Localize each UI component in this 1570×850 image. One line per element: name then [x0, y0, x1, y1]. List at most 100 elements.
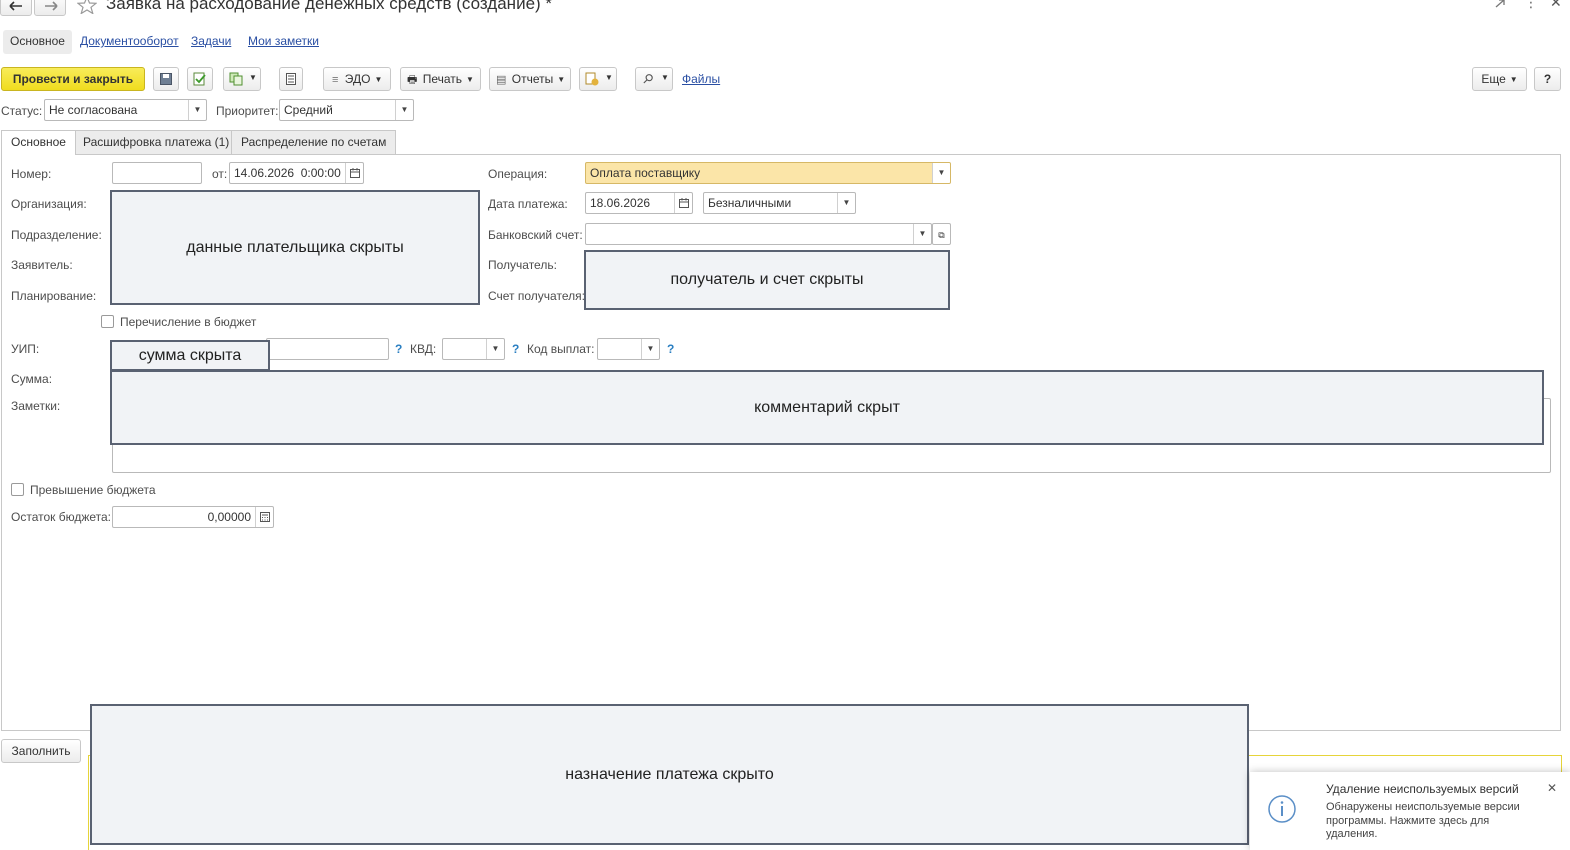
print-button[interactable]: 🖶 Печать ▼	[400, 67, 481, 91]
budget-overrun-checkbox[interactable]	[11, 483, 24, 496]
notification-title: Удаление неиспользуемых версий	[1326, 782, 1519, 796]
priority-select[interactable]: Средний ▼	[279, 99, 414, 121]
chevron-down-icon: ▼	[932, 163, 950, 183]
calendar-icon[interactable]	[674, 193, 692, 213]
forward-button[interactable]	[34, 0, 66, 16]
list-icon	[286, 73, 296, 85]
number-label: Номер:	[11, 167, 52, 181]
close-window-icon[interactable]: ✕	[1550, 0, 1562, 11]
chevron-down-icon: ▼	[466, 75, 474, 84]
date-value: 14.06.2026 0:00:00	[234, 166, 341, 180]
from-label: от:	[212, 167, 228, 181]
calculator-icon[interactable]	[255, 507, 273, 527]
print-label: Печать	[422, 72, 463, 86]
attachments-button[interactable]: ⚲ ▼	[635, 67, 673, 91]
status-select[interactable]: Не согласована ▼	[44, 99, 207, 121]
recipient-label: Получатель:	[488, 258, 557, 272]
create-based-on-button[interactable]: ▼	[223, 67, 261, 91]
journal-button[interactable]	[279, 67, 303, 91]
star-icon[interactable]	[77, 0, 97, 14]
operation-value: Оплата поставщику	[590, 166, 701, 180]
nav-tasks[interactable]: Задачи	[191, 34, 231, 48]
post-document-icon	[193, 72, 206, 86]
budget-transfer-checkbox[interactable]	[101, 315, 114, 328]
status-value: Не согласована	[49, 103, 138, 117]
operation-select[interactable]: Оплата поставщику ▼	[585, 162, 951, 184]
open-icon: ⧉	[938, 230, 945, 240]
chevron-down-icon: ▼	[249, 73, 257, 82]
sum-label: Сумма:	[11, 372, 53, 386]
kvd-label: КВД:	[410, 342, 437, 356]
calendar-icon[interactable]	[345, 163, 363, 183]
help-button[interactable]: ?	[1534, 67, 1561, 91]
nav-docflow[interactable]: Документооборот	[80, 34, 179, 48]
chevron-down-icon: ▼	[661, 73, 669, 82]
post-and-close-button[interactable]: Провести и закрыть	[1, 67, 145, 91]
notification-close-icon[interactable]: ✕	[1547, 781, 1557, 795]
payout-code-select[interactable]: ▼	[597, 338, 660, 360]
edo-icon: ≡	[332, 74, 339, 86]
more-vert-icon[interactable]: ⋮	[1524, 0, 1538, 11]
uip-label: УИП:	[11, 342, 40, 356]
link-icon[interactable]	[1493, 0, 1507, 10]
files-link[interactable]: Файлы	[682, 72, 720, 86]
post-button[interactable]	[187, 67, 213, 91]
priority-value: Средний	[284, 103, 333, 117]
budget-rest-field[interactable]: 0,00000	[112, 506, 274, 528]
pay-type-select[interactable]: Безналичными ▼	[703, 192, 856, 214]
tab-main[interactable]: Основное	[1, 130, 76, 155]
fill-button[interactable]: Заполнить	[1, 739, 81, 763]
reports-icon: ▤	[496, 74, 507, 86]
payment-purpose-cover: назначение платежа скрыто	[90, 704, 1249, 845]
edo-button[interactable]: ≡ ЭДО ▼	[323, 67, 391, 91]
window-title: Заявка на расходование денежных средств …	[106, 0, 553, 13]
sum-cover: сумма скрыта	[110, 340, 270, 371]
pay-date-label: Дата платежа:	[488, 197, 568, 211]
bank-account-select[interactable]: ▼	[585, 223, 932, 245]
reports-button[interactable]: ▤ Отчеты ▼	[489, 67, 571, 91]
kvd-select[interactable]: ▼	[442, 338, 505, 360]
more-button[interactable]: Еще ▼	[1472, 67, 1527, 91]
nav-main[interactable]: Основное	[3, 30, 72, 54]
chevron-down-icon: ▼	[837, 193, 855, 213]
tab-payment-details[interactable]: Расшифровка платежа (1)	[73, 130, 240, 154]
chevron-down-icon: ▼	[374, 75, 383, 84]
chevron-down-icon: ▼	[188, 100, 206, 120]
paperclip-icon: ⚲	[639, 69, 657, 88]
printer-icon: 🖶	[407, 74, 418, 86]
uip-field[interactable]	[266, 338, 389, 360]
kvd-help-icon[interactable]: ?	[512, 342, 519, 356]
recipient-cover: получатель и счет скрыты	[584, 250, 950, 310]
chevron-down-icon: ▼	[605, 73, 613, 82]
organization-label: Организация:	[11, 197, 87, 211]
recipient-account-label: Счет получателя:	[488, 289, 585, 303]
chevron-down-icon: ▼	[641, 339, 659, 359]
nav-notes[interactable]: Мои заметки	[248, 34, 319, 48]
budget-transfer-label: Перечисление в бюджет	[120, 315, 257, 329]
back-button[interactable]	[0, 0, 32, 16]
status-label: Статус:	[1, 104, 43, 118]
planning-label: Планирование:	[11, 289, 97, 303]
notification-popup[interactable]: Удаление неиспользуемых версий Обнаружен…	[1250, 772, 1570, 850]
save-button[interactable]	[153, 67, 179, 91]
pay-type-value: Безналичными	[708, 196, 792, 210]
priority-label: Приоритет:	[216, 104, 279, 118]
subdivision-label: Подразделение:	[11, 228, 102, 242]
chevron-down-icon: ▼	[557, 75, 566, 84]
chevron-down-icon: ▼	[1509, 75, 1518, 84]
related-documents-icon	[585, 72, 599, 86]
bank-account-label: Банковский счет:	[488, 228, 583, 242]
budget-rest-value: 0,00000	[207, 510, 251, 524]
date-field[interactable]: 14.06.2026 0:00:00	[229, 162, 364, 184]
edo-label: ЭДО	[344, 72, 371, 86]
bank-account-open-button[interactable]: ⧉	[932, 223, 951, 245]
uip-help-icon[interactable]: ?	[395, 342, 402, 356]
arrow-right-icon	[45, 1, 58, 11]
payout-code-help-icon[interactable]: ?	[667, 342, 674, 356]
chevron-down-icon: ▼	[395, 100, 413, 120]
pay-date-field[interactable]: 18.06.2026	[585, 192, 693, 214]
related-documents-button[interactable]: ▼	[579, 67, 617, 91]
number-field[interactable]	[112, 162, 202, 184]
tab-account-distribution[interactable]: Распределение по счетам	[231, 130, 397, 154]
payout-code-label: Код выплат:	[527, 342, 595, 356]
